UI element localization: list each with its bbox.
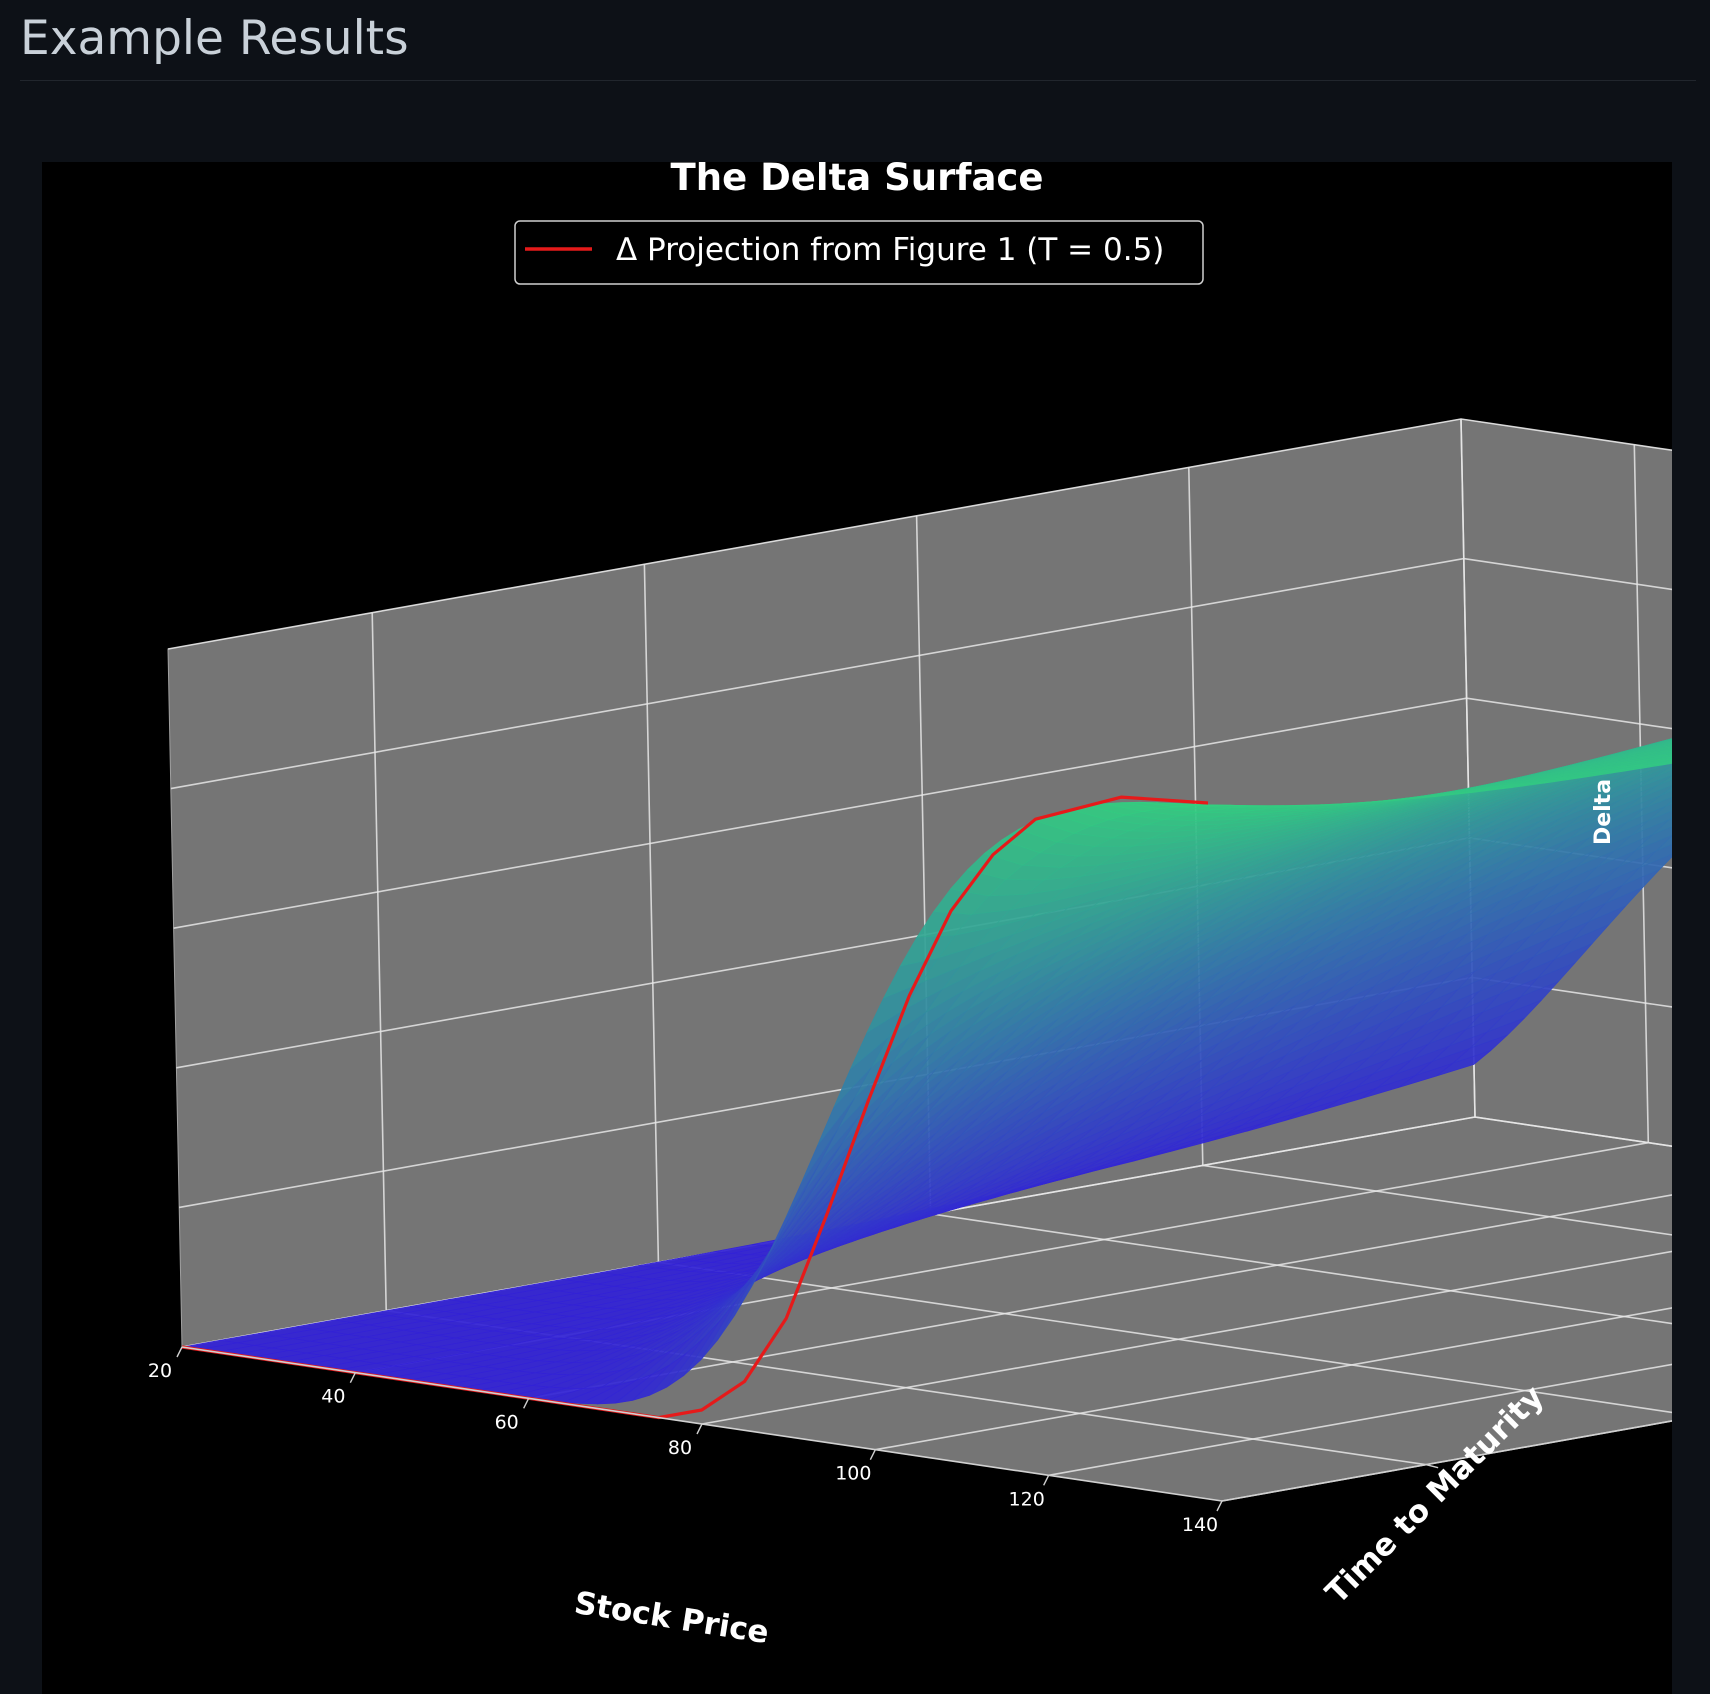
- x-tick-label: 60: [495, 1411, 519, 1433]
- x-tick-label: 100: [835, 1463, 871, 1485]
- x-tick: [176, 1346, 183, 1358]
- x-tick: [1043, 1475, 1050, 1486]
- x-tick: [1216, 1500, 1223, 1512]
- x-tick: [696, 1423, 703, 1435]
- x-tick-label: 20: [148, 1360, 172, 1382]
- legend: Δ Projection from Figure 1 (T = 0.5): [514, 220, 1204, 285]
- x-tick: [523, 1398, 530, 1409]
- x-tick-label: 40: [321, 1386, 345, 1408]
- page-heading: Example Results: [20, 11, 409, 66]
- chart-title: The Delta Surface: [671, 162, 1044, 199]
- heading-divider: [20, 80, 1696, 81]
- x-axis-label: Stock Price: [572, 1585, 771, 1651]
- x-tick-label: 140: [1182, 1514, 1218, 1536]
- x-tick-label: 80: [668, 1437, 692, 1459]
- x-tick-label: 120: [1009, 1488, 1045, 1510]
- legend-label: Δ Projection from Figure 1 (T = 0.5): [616, 232, 1164, 268]
- x-tick: [349, 1372, 356, 1383]
- delta-surface-figure: 204060801001201402468100.00.20.40.60.81.…: [42, 162, 1672, 1694]
- z-axis-label: Delta: [1591, 779, 1616, 845]
- delta-surface-chart: 204060801001201402468100.00.20.40.60.81.…: [148, 162, 1672, 1651]
- x-tick: [869, 1449, 876, 1460]
